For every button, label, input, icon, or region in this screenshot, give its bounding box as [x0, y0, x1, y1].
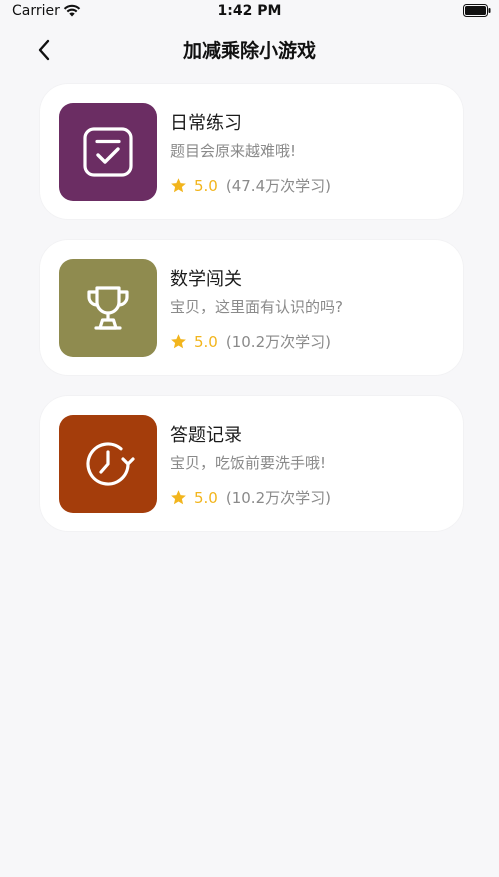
card-title: 日常练习	[170, 113, 242, 134]
rating: 5.0 (47.4万次学习)	[170, 175, 331, 196]
card-icon-tile	[59, 259, 157, 357]
rating-count: (10.2万次学习)	[225, 489, 331, 507]
rating: 5.0 (10.2万次学习)	[170, 331, 331, 352]
nav-bar: 加减乘除小游戏	[0, 24, 499, 74]
star-icon	[171, 334, 186, 349]
status-bar: Carrier 1:42 PM	[0, 0, 499, 22]
page-title: 加减乘除小游戏	[182, 40, 316, 62]
card-icon-tile	[59, 103, 157, 201]
card-icon-tile	[59, 415, 157, 513]
battery-icon	[463, 4, 491, 17]
history-clock-icon	[86, 442, 135, 486]
card-answer-history[interactable]: 答题记录 宝贝，吃饭前要洗手哦! 5.0 (10.2万次学习)	[40, 396, 463, 531]
card-subtitle: 宝贝，吃饭前要洗手哦!	[170, 454, 327, 472]
card-subtitle: 题目会原来越难哦!	[170, 142, 297, 160]
rating-value: 5.0	[194, 488, 218, 507]
star-icon	[171, 178, 186, 193]
star-icon	[171, 490, 186, 505]
card-math-challenge[interactable]: 数学闯关 宝贝，这里面有认识的吗? 5.0 (10.2万次学习)	[40, 240, 463, 375]
rating-value: 5.0	[194, 176, 218, 195]
card-title: 答题记录	[170, 425, 242, 446]
rating-value: 5.0	[194, 332, 218, 351]
trophy-icon	[87, 286, 129, 330]
rating-count: (10.2万次学习)	[225, 333, 331, 351]
rating-count: (47.4万次学习)	[225, 177, 331, 195]
card-subtitle: 宝贝，这里面有认识的吗?	[170, 298, 343, 316]
checklist-icon	[83, 127, 133, 177]
status-time: 1:42 PM	[217, 3, 282, 19]
card-daily-practice[interactable]: 日常练习 题目会原来越难哦! 5.0 (47.4万次学习)	[40, 84, 463, 219]
card-title: 数学闯关	[170, 269, 242, 290]
rating: 5.0 (10.2万次学习)	[170, 487, 331, 508]
